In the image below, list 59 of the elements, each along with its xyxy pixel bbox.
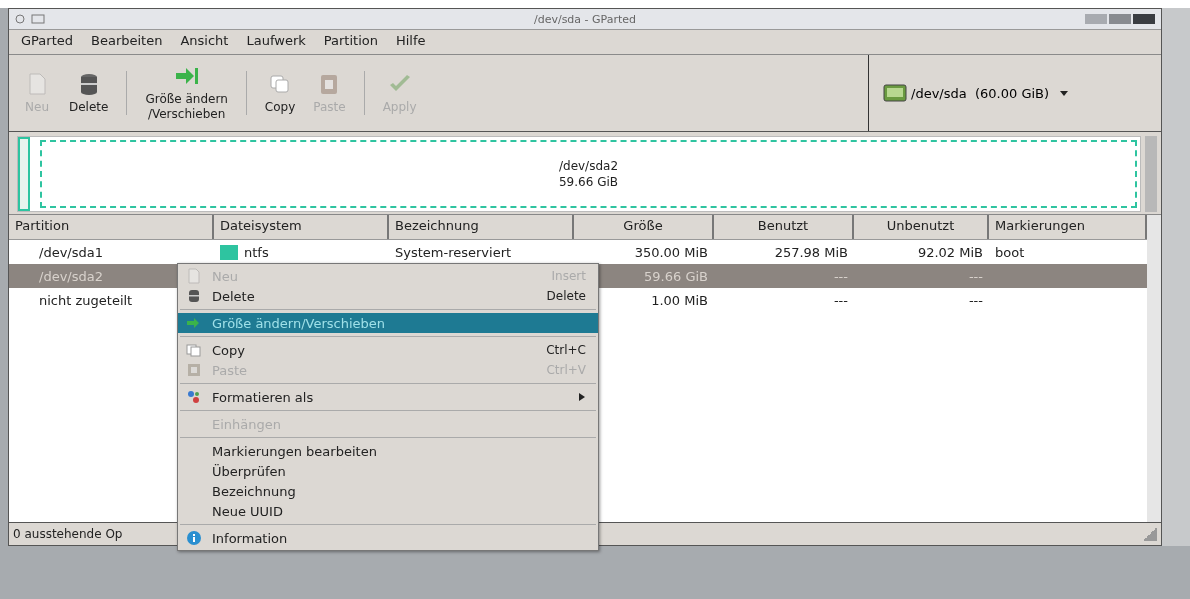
menu-item[interactable]: Laufwerk [246, 33, 306, 51]
partition-size: 59.66 GiB [558, 174, 618, 190]
window-icon [15, 14, 25, 24]
menu-item[interactable]: Formatieren als [178, 387, 598, 407]
table-cell[interactable]: nicht zugeteilt [39, 292, 133, 308]
clipboard-icon [186, 362, 202, 378]
toolbar-button[interactable]: Delete [63, 67, 115, 119]
toolbar-button[interactable]: Größe ändern /Verschieben [139, 60, 234, 126]
partition-name: /dev/sda2 [558, 158, 618, 174]
table-cell: 257.98 MiB [774, 244, 848, 260]
scrollbar[interactable] [1147, 215, 1161, 522]
close-button[interactable] [1133, 14, 1155, 24]
column-header[interactable]: Unbenutzt [854, 215, 989, 239]
dropdown-caret-icon [1059, 89, 1070, 97]
table-cell: --- [968, 268, 983, 284]
partition-slice[interactable]: /dev/sda2 59.66 GiB [40, 140, 1137, 208]
menu-item[interactable]: Delete Delete [178, 286, 598, 306]
table-cell: 1.00 MiB [651, 292, 708, 308]
window-title: /dev/sda - GParted [532, 12, 638, 26]
hard-drive-icon [883, 83, 907, 103]
menu-item[interactable]: Ansicht [180, 33, 229, 51]
minimize-button[interactable] [1085, 14, 1107, 24]
menu-item[interactable]: Markierungen bearbeiten [178, 441, 598, 461]
arrow-icon [186, 315, 202, 331]
menu-item[interactable]: Copy Ctrl+C [178, 340, 598, 360]
table-cell: ntfs [244, 244, 269, 260]
partition-slice[interactable] [18, 137, 30, 211]
column-header[interactable]: Größe [574, 215, 714, 239]
status-text: 0 ausstehende Op [13, 527, 123, 541]
table-cell: --- [968, 292, 983, 308]
window-menu-icon[interactable] [31, 14, 45, 24]
device-dropdown[interactable]: /dev/sda (60.00 GiB) [879, 79, 1074, 107]
menu-item[interactable]: Information [178, 528, 598, 548]
table-cell: System-reserviert [395, 244, 512, 260]
table-cell: 350.00 MiB [634, 244, 708, 260]
table-cell: 59.66 GiB [644, 268, 708, 284]
dots-icon [186, 389, 202, 405]
menu-item[interactable]: Hilfe [395, 33, 426, 51]
table-cell: --- [833, 268, 848, 284]
scrollbar[interactable] [1145, 136, 1157, 212]
menu-item[interactable]: Neue UUID [178, 501, 598, 521]
column-header[interactable]: Bezeichnung [389, 215, 574, 239]
info-icon [186, 530, 202, 546]
table-cell: --- [833, 292, 848, 308]
table-cell: 92.02 MiB [917, 244, 983, 260]
column-header[interactable]: Benutzt [714, 215, 854, 239]
table-cell[interactable]: /dev/sda1 [39, 244, 103, 260]
maximize-button[interactable] [1109, 14, 1131, 24]
menu-item[interactable]: Bezeichnung [178, 481, 598, 501]
menu-item[interactable]: Überprüfen [178, 461, 598, 481]
column-header[interactable]: Partition [9, 215, 214, 239]
table-cell: boot [995, 244, 1025, 260]
toolbar-button[interactable]: Copy [258, 67, 302, 119]
menu-item[interactable]: GParted [21, 33, 73, 51]
page-icon [186, 268, 202, 284]
menu-item[interactable]: Partition [323, 33, 378, 51]
copy-icon [186, 342, 202, 358]
menu-item[interactable]: Bearbeiten [91, 33, 163, 51]
column-header[interactable]: Dateisystem [214, 215, 389, 239]
